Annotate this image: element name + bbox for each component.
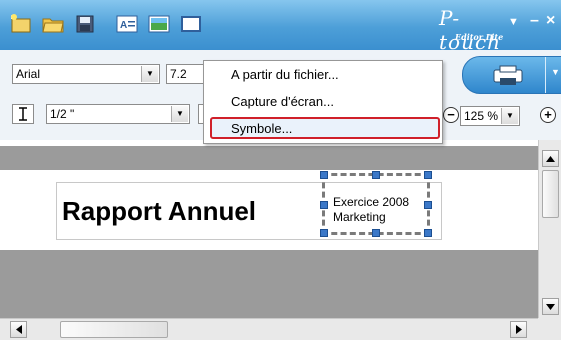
insert-image-menu: A partir du fichier... Capture d'écran..… <box>203 60 443 144</box>
resize-grip-icon[interactable] <box>538 318 561 340</box>
printer-icon <box>493 65 523 85</box>
print-options-chevron-icon[interactable]: ▼ <box>551 67 560 77</box>
resize-handle[interactable] <box>424 171 432 179</box>
ptouch-editor-window: A P-touch Editor Lite ▼ – × Arial ▼ 7.2 … <box>0 0 561 340</box>
scroll-right-button[interactable] <box>510 321 527 338</box>
frame-icon[interactable] <box>178 12 204 36</box>
zoom-select[interactable]: 125 % ▼ <box>460 106 520 126</box>
logo-main-text: P-touch <box>439 6 502 54</box>
resize-handle[interactable] <box>320 171 328 179</box>
menu-item-screen-capture[interactable]: Capture d'écran... <box>231 94 334 109</box>
selected-text-line1: Exercice 2008 <box>333 195 410 209</box>
tape-width-value: 1/2 " <box>50 107 75 121</box>
menu-item-from-file[interactable]: A partir du fichier... <box>231 67 339 82</box>
vertical-scroll-thumb[interactable] <box>542 170 559 218</box>
chevron-down-icon[interactable]: ▼ <box>171 106 188 122</box>
resize-handle[interactable] <box>320 201 328 209</box>
logo-sub-text: Editor Lite <box>455 32 504 42</box>
save-icon[interactable] <box>72 12 98 36</box>
zoom-in-button[interactable]: + <box>540 107 556 123</box>
image-icon[interactable] <box>146 12 172 36</box>
font-name-value: Arial <box>16 67 41 81</box>
resize-handle[interactable] <box>372 171 380 179</box>
open-folder-icon[interactable] <box>40 12 66 36</box>
window-menu-chevron-icon[interactable]: ▼ <box>508 16 519 28</box>
menu-item-symbol[interactable]: Symbole... <box>231 121 292 136</box>
chevron-down-icon[interactable]: ▼ <box>501 108 518 124</box>
font-size-select[interactable]: 7.2 <box>166 64 206 84</box>
selected-text-line2: Marketing <box>333 210 386 224</box>
horizontal-scroll-thumb[interactable] <box>60 321 168 338</box>
new-label-icon[interactable] <box>8 12 34 36</box>
scroll-left-button[interactable] <box>10 321 27 338</box>
close-icon[interactable]: × <box>546 12 555 30</box>
tape-width-icon <box>12 104 34 124</box>
title-bar: A P-touch Editor Lite ▼ – × <box>0 0 561 54</box>
resize-handle[interactable] <box>424 201 432 209</box>
print-button[interactable]: ▼ <box>462 56 561 94</box>
zoom-value: 125 % <box>464 109 499 123</box>
font-name-select[interactable]: Arial ▼ <box>12 64 160 84</box>
font-size-value: 7.2 <box>170 67 187 81</box>
scroll-up-button[interactable] <box>542 150 559 167</box>
ptouch-logo: P-touch Editor Lite <box>425 4 505 54</box>
chevron-down-icon[interactable]: ▼ <box>141 66 158 82</box>
scroll-down-button[interactable] <box>542 298 559 315</box>
resize-handle[interactable] <box>424 229 432 237</box>
text-icon[interactable]: A <box>114 12 140 36</box>
resize-handle[interactable] <box>372 229 380 237</box>
canvas-margin-bottom <box>0 250 538 318</box>
horizontal-scrollbar[interactable] <box>0 318 538 340</box>
label-title-text[interactable]: Rapport Annuel <box>62 196 256 227</box>
vertical-scrollbar[interactable] <box>538 140 561 318</box>
tape-width-select[interactable]: 1/2 " ▼ <box>46 104 190 124</box>
zoom-out-button[interactable]: − <box>443 107 459 123</box>
canvas-margin-top <box>0 146 538 170</box>
svg-text:A: A <box>120 20 127 31</box>
minimize-icon[interactable]: – <box>530 12 539 30</box>
resize-handle[interactable] <box>320 229 328 237</box>
